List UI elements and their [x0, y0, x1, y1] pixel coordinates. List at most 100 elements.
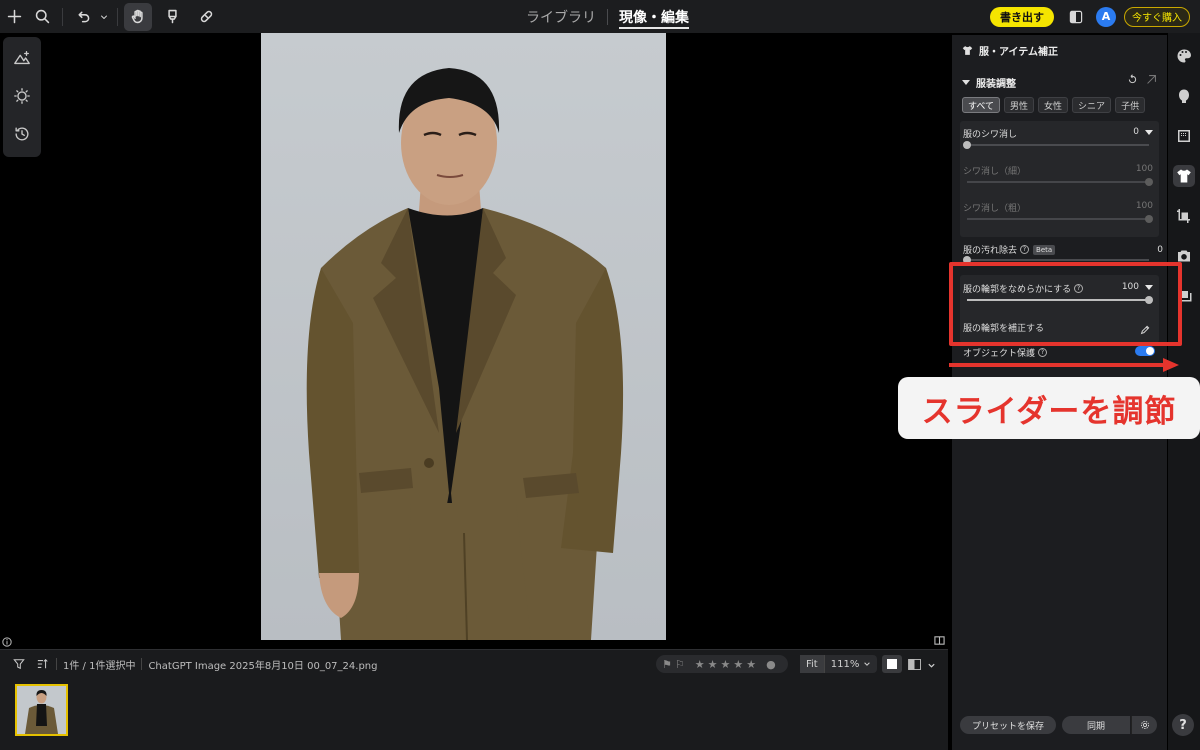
export-button[interactable]: 書き出す: [990, 6, 1054, 27]
history-button[interactable]: [9, 121, 35, 147]
sync-button[interactable]: 同期: [1062, 716, 1130, 734]
smooth-row: 服の輪郭をなめらかにする ?: [963, 282, 1084, 295]
camera-icon: [1178, 250, 1190, 262]
collapse-triangle-icon: [962, 80, 970, 85]
view-options-dropdown[interactable]: [927, 655, 936, 674]
before-after-button[interactable]: [908, 655, 921, 674]
chevron-down-icon: [864, 662, 871, 666]
filter-button[interactable]: [12, 657, 26, 671]
slider-knob[interactable]: [1145, 178, 1153, 186]
chip-all[interactable]: すべて: [962, 97, 1001, 113]
help-circle-icon[interactable]: ?: [1020, 245, 1030, 254]
undo-history-dropdown[interactable]: [97, 3, 111, 31]
filmstrip-bar: 1件 / 1件選択中 ChatGPT Image 2025年8月10日 00_0…: [0, 649, 948, 750]
wrinkle-value-group[interactable]: 0: [1133, 127, 1153, 137]
target-chip-group: すべて 男性 女性 シニア 子供: [962, 97, 1146, 113]
sun-icon: [14, 88, 30, 104]
chip-male[interactable]: 男性: [1004, 97, 1035, 113]
slider-knob[interactable]: [1145, 215, 1153, 223]
wrinkle-coarse-value: 100: [1135, 201, 1153, 211]
wrinkle-slider[interactable]: [963, 141, 1149, 149]
rail-face-button[interactable]: [1173, 85, 1195, 107]
zoom-level-dropdown[interactable]: 111%: [825, 659, 878, 670]
brush-tool-button[interactable]: [158, 3, 186, 31]
section-header-clothing[interactable]: 服装調整: [962, 74, 1157, 90]
edit-pen-icon: [1140, 325, 1150, 335]
view-mode-group: [882, 655, 936, 673]
main-photo-canvas[interactable]: [261, 33, 666, 640]
panel-header: 服・アイテム補正: [962, 43, 1058, 58]
info-icon[interactable]: [2, 632, 12, 647]
rail-background-button[interactable]: [1173, 125, 1195, 147]
help-circle-icon[interactable]: ?: [1074, 284, 1084, 293]
undo-icon: [77, 11, 89, 23]
wrinkle-fine-label: シワ消し（細）: [963, 167, 1027, 177]
star-icon[interactable]: ★: [708, 658, 718, 671]
smooth-value-group[interactable]: 100: [1122, 282, 1153, 292]
hand-tool-button[interactable]: [124, 2, 152, 31]
rail-camera-button[interactable]: [1173, 245, 1195, 267]
light-adjust-button[interactable]: [9, 83, 35, 109]
beta-badge: Beta: [1033, 244, 1056, 255]
help-circle-icon[interactable]: ?: [1038, 348, 1048, 357]
sync-settings-button[interactable]: [1131, 716, 1157, 734]
compare-view-button[interactable]: [1066, 7, 1086, 27]
slider-knob[interactable]: [1145, 296, 1153, 304]
tab-library[interactable]: ライブラリ: [515, 0, 607, 33]
shirt-icon: [962, 46, 973, 55]
star-icon[interactable]: ★: [721, 658, 731, 671]
user-avatar[interactable]: A: [1096, 6, 1116, 27]
reset-icon[interactable]: [1127, 74, 1138, 85]
mountain-sparkle-icon: [14, 51, 30, 65]
healing-tool-button[interactable]: [192, 3, 220, 31]
slider-fill: [967, 181, 1149, 183]
help-button[interactable]: ?: [1172, 714, 1194, 736]
crop-icon: [1177, 209, 1190, 223]
slider-fill: [967, 299, 1149, 301]
thumbnail-image: [17, 686, 66, 734]
section-title: 服装調整: [976, 79, 1016, 90]
slider-fill: [967, 218, 1149, 220]
batch-icon: [1178, 291, 1192, 302]
rail-batch-button[interactable]: [1173, 285, 1195, 307]
eraser-icon[interactable]: [1146, 74, 1157, 85]
slider-knob[interactable]: [963, 256, 971, 264]
filmstrip-thumbnail[interactable]: [15, 684, 68, 736]
stain-slider[interactable]: [963, 256, 1149, 264]
zoom-fit-button[interactable]: Fit: [800, 655, 825, 673]
contour-edit-button[interactable]: [1140, 320, 1151, 339]
wrinkle-coarse-label: シワ消し（粗）: [963, 204, 1027, 214]
book-icon[interactable]: [934, 631, 945, 645]
auto-adjust-button[interactable]: [9, 45, 35, 71]
color-label-icon[interactable]: ●: [766, 658, 776, 671]
search-button[interactable]: [28, 3, 56, 31]
save-preset-button[interactable]: プリセットを保存: [960, 716, 1056, 734]
single-view-button[interactable]: [882, 655, 902, 673]
star-icon[interactable]: ★: [695, 658, 705, 671]
star-icon[interactable]: ★: [746, 658, 756, 671]
chip-child[interactable]: 子供: [1115, 97, 1146, 113]
star-icon[interactable]: ★: [733, 658, 743, 671]
sort-button[interactable]: [36, 657, 50, 671]
add-button[interactable]: [0, 3, 28, 31]
flag-pick-icon[interactable]: ⚑: [662, 658, 672, 671]
chip-senior[interactable]: シニア: [1072, 97, 1112, 113]
tab-develop-edit[interactable]: 現像・編集: [608, 0, 700, 33]
wrinkle-coarse-slider[interactable]: [967, 215, 1153, 223]
flag-reject-icon[interactable]: ⚐: [675, 658, 685, 671]
wrinkle-value: 0: [1133, 127, 1139, 137]
object-protect-toggle[interactable]: [1135, 346, 1155, 356]
rail-clothing-button[interactable]: [1173, 165, 1195, 187]
selection-count: 1件 / 1件選択中: [63, 660, 136, 672]
bandage-icon: [200, 10, 212, 23]
compare-icon: [1069, 10, 1083, 23]
undo-button[interactable]: [69, 3, 97, 31]
slider-knob[interactable]: [963, 141, 971, 149]
rail-color-button[interactable]: [1173, 45, 1195, 67]
rail-crop-button[interactable]: [1173, 205, 1195, 227]
buy-now-button[interactable]: 今すぐ購入: [1124, 6, 1190, 27]
filmstrip-divider: [56, 658, 57, 670]
wrinkle-fine-slider[interactable]: [967, 178, 1153, 186]
smooth-slider[interactable]: [967, 296, 1153, 304]
chip-female[interactable]: 女性: [1038, 97, 1069, 113]
